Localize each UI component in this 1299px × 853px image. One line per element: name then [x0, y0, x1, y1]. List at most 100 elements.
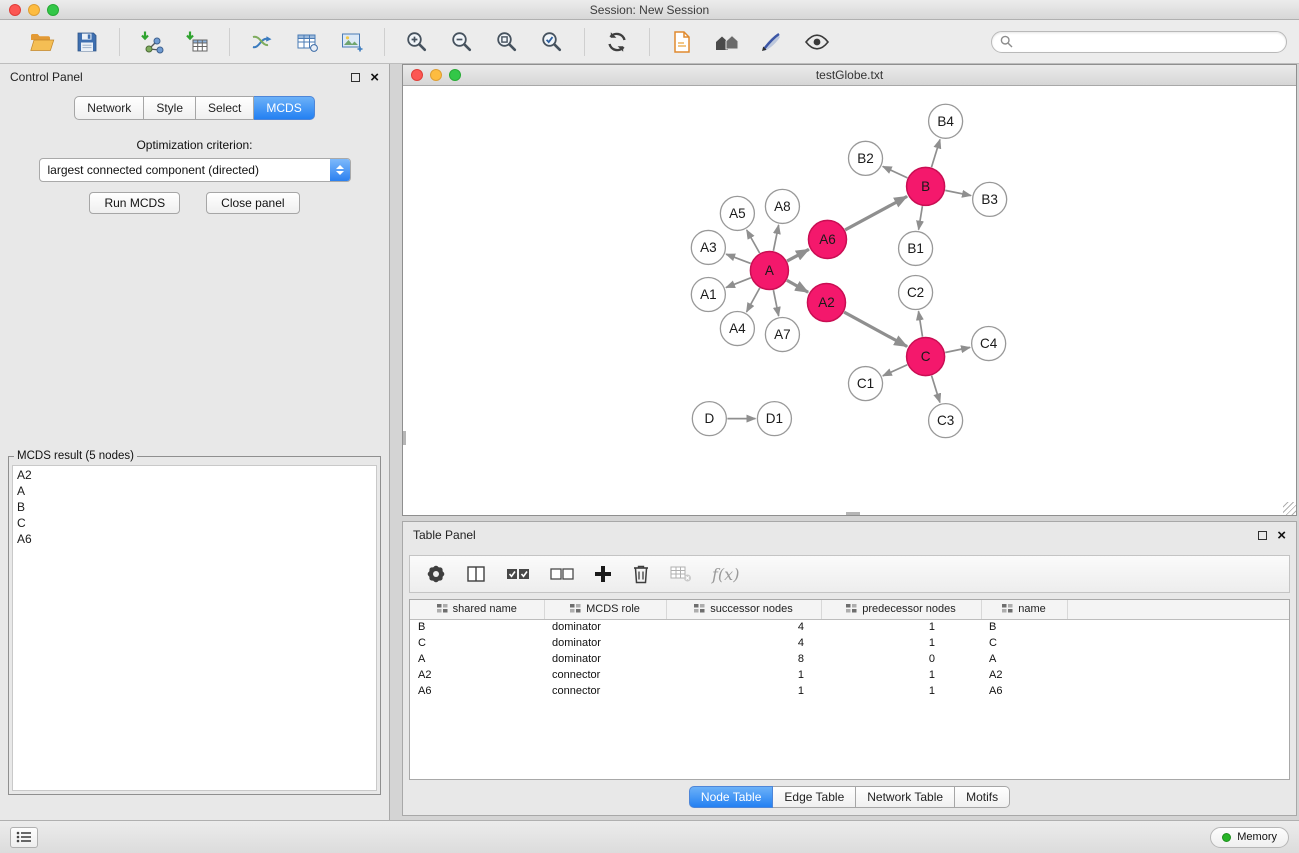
cell[interactable]: 1 — [821, 619, 981, 635]
table-tab-node-table[interactable]: Node Table — [689, 786, 774, 808]
float-table-panel-button[interactable] — [1258, 531, 1267, 540]
show-columns-button[interactable] — [466, 561, 486, 587]
edge-A-A4[interactable] — [747, 288, 760, 312]
edge-A-A8[interactable] — [773, 225, 778, 251]
edge-A6-B[interactable] — [845, 196, 907, 230]
network-view[interactable]: B4B2BB3A5A8A6B1A3AC2A1A2A4A7C4CC1C3DD1 — [403, 86, 1296, 515]
vertical-scrollbar-thumb[interactable] — [403, 431, 406, 445]
control-tab-select[interactable]: Select — [196, 96, 254, 120]
cell[interactable]: 4 — [666, 635, 821, 651]
cell[interactable]: A — [410, 651, 544, 667]
cell[interactable]: connector — [544, 667, 666, 683]
edge-A-A1[interactable] — [726, 278, 751, 288]
new-network-table-button[interactable] — [289, 24, 325, 60]
result-item-C[interactable]: C — [17, 515, 372, 531]
node-C4[interactable]: C4 — [972, 327, 1006, 361]
node-A5[interactable]: A5 — [720, 196, 754, 230]
node-A6[interactable]: A6 — [808, 220, 846, 258]
search-input[interactable] — [1018, 35, 1278, 49]
node-C3[interactable]: C3 — [929, 404, 963, 438]
result-item-B[interactable]: B — [17, 499, 372, 515]
memory-button[interactable]: Memory — [1210, 827, 1289, 848]
control-tab-network[interactable]: Network — [74, 96, 144, 120]
cell[interactable]: A6 — [981, 683, 1067, 699]
delete-column-button[interactable] — [632, 561, 650, 587]
control-tab-mcds[interactable]: MCDS — [254, 96, 314, 120]
run-mcds-button[interactable]: Run MCDS — [89, 192, 180, 214]
edge-A2-C[interactable] — [844, 312, 907, 346]
delete-table-button[interactable] — [670, 561, 692, 587]
table-row-A2[interactable]: A2connector11A2 — [410, 667, 1289, 683]
node-A1[interactable]: A1 — [691, 277, 725, 311]
horizontal-scrollbar-thumb[interactable] — [846, 512, 860, 515]
node-A8[interactable]: A8 — [765, 189, 799, 223]
new-network-button[interactable] — [244, 24, 280, 60]
export-image-button[interactable] — [334, 24, 370, 60]
cell[interactable]: dominator — [544, 651, 666, 667]
function-builder-button[interactable]: f(x) — [712, 561, 739, 587]
node-D1[interactable]: D1 — [757, 402, 791, 436]
zoom-out-button[interactable] — [444, 24, 480, 60]
column-header-shared-name[interactable]: shared name — [410, 600, 544, 619]
open-recent-button[interactable] — [664, 24, 700, 60]
cell[interactable]: dominator — [544, 619, 666, 635]
table-settings-button[interactable] — [426, 561, 446, 587]
mcds-result-list[interactable]: A2ABCA6 — [12, 465, 377, 791]
show-hide-button[interactable] — [799, 24, 835, 60]
table-row-A6[interactable]: A6connector11A6 — [410, 683, 1289, 699]
cell[interactable]: 0 — [821, 651, 981, 667]
cell[interactable]: 1 — [821, 667, 981, 683]
result-item-A[interactable]: A — [17, 483, 372, 499]
close-table-panel-button[interactable]: × — [1277, 528, 1286, 543]
edge-C-C4[interactable] — [945, 347, 970, 352]
node-A3[interactable]: A3 — [691, 230, 725, 264]
select-all-button[interactable] — [506, 561, 530, 587]
edge-B-B1[interactable] — [919, 206, 923, 230]
column-header-name[interactable]: name — [981, 600, 1067, 619]
edge-C-C2[interactable] — [919, 311, 923, 336]
cell[interactable]: 1 — [666, 683, 821, 699]
deselect-all-button[interactable] — [550, 561, 574, 587]
cell[interactable]: A6 — [410, 683, 544, 699]
network-window-titlebar[interactable]: testGlobe.txt — [403, 65, 1296, 86]
close-panel-button[interactable]: Close panel — [206, 192, 299, 214]
cell[interactable]: connector — [544, 683, 666, 699]
edge-A-A2[interactable] — [787, 280, 808, 292]
network-canvas[interactable]: B4B2BB3A5A8A6B1A3AC2A1A2A4A7C4CC1C3DD1 — [403, 86, 1296, 515]
control-tab-style[interactable]: Style — [144, 96, 196, 120]
edge-A-A3[interactable] — [726, 254, 751, 263]
home-button[interactable] — [709, 24, 745, 60]
cell[interactable]: B — [981, 619, 1067, 635]
close-panel-icon[interactable]: × — [370, 70, 379, 85]
zoom-fit-button[interactable] — [489, 24, 525, 60]
result-item-A2[interactable]: A2 — [17, 467, 372, 483]
node-D[interactable]: D — [692, 402, 726, 436]
column-header-successor-nodes[interactable]: successor nodes — [666, 600, 821, 619]
zoom-window-button[interactable] — [47, 4, 59, 16]
node-B[interactable]: B — [907, 167, 945, 205]
zoom-in-button[interactable] — [399, 24, 435, 60]
edge-A-A6[interactable] — [787, 249, 809, 261]
cell[interactable]: A — [981, 651, 1067, 667]
table-tab-motifs[interactable]: Motifs — [955, 786, 1010, 808]
result-item-A6[interactable]: A6 — [17, 531, 372, 547]
cell[interactable]: 1 — [821, 683, 981, 699]
node-B4[interactable]: B4 — [929, 104, 963, 138]
node-B3[interactable]: B3 — [973, 182, 1007, 216]
minimize-window-button[interactable] — [28, 4, 40, 16]
cell[interactable]: 1 — [821, 635, 981, 651]
network-minimize-button[interactable] — [430, 69, 442, 81]
edge-B-B3[interactable] — [945, 190, 971, 195]
cell[interactable]: B — [410, 619, 544, 635]
open-session-button[interactable] — [24, 24, 60, 60]
zoom-selected-button[interactable] — [534, 24, 570, 60]
edge-A-A7[interactable] — [773, 290, 778, 316]
cell[interactable]: C — [981, 635, 1067, 651]
show-panels-button[interactable] — [10, 827, 38, 848]
dropdown-stepper-icon[interactable] — [330, 159, 350, 181]
table-row-B[interactable]: Bdominator41B — [410, 619, 1289, 635]
cell[interactable]: C — [410, 635, 544, 651]
node-A7[interactable]: A7 — [765, 318, 799, 352]
edge-C-C3[interactable] — [932, 376, 940, 403]
refresh-button[interactable] — [599, 24, 635, 60]
